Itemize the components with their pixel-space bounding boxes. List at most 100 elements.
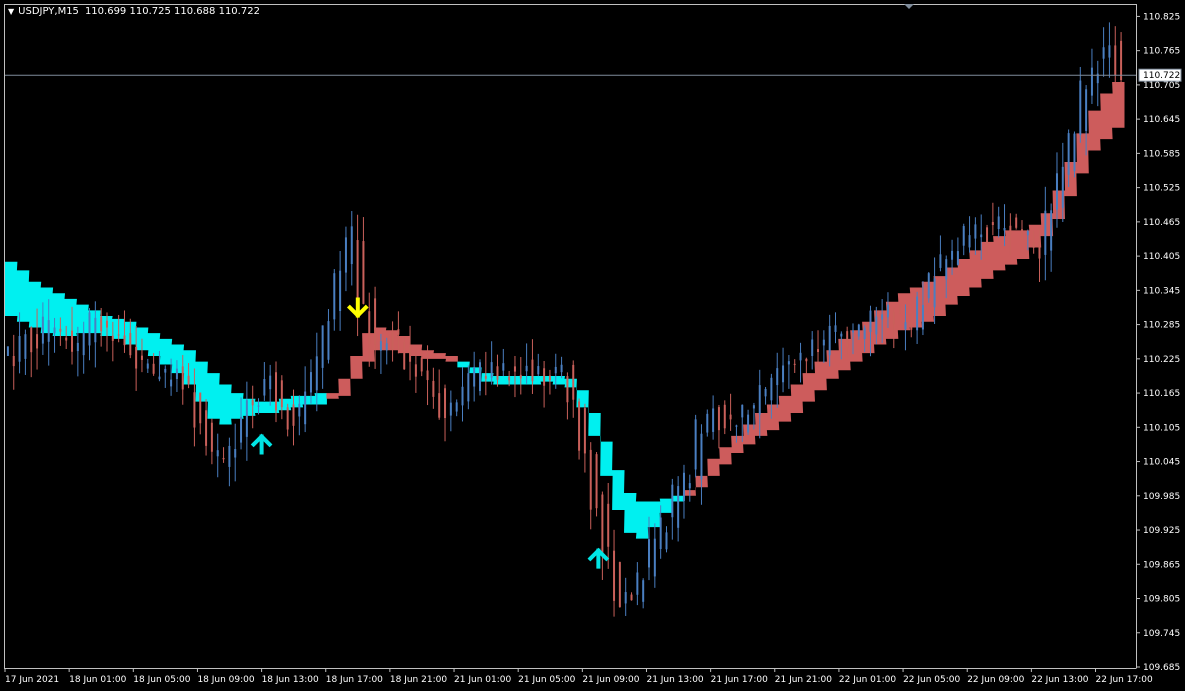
candle-body [1021, 229, 1024, 240]
chart-window[interactable]: 110.825 110.765 110.705 110.645 110.585 110.5… [0, 0, 1185, 691]
high-value: 110.725 [129, 6, 171, 17]
candle-body [391, 332, 394, 350]
candle-body [537, 366, 540, 375]
candle-body [59, 328, 62, 332]
candle-body [904, 322, 907, 330]
candle-body [951, 250, 954, 260]
candle-body [1009, 225, 1012, 235]
time-tick-label: 22 Jun 13:00 [1031, 675, 1088, 685]
candle-body [240, 416, 243, 443]
candle-body [496, 366, 499, 380]
candle-body [648, 539, 651, 568]
candle-body [828, 325, 831, 356]
symbol-header: ▼ USDJPY,M15 110.699 110.725 110.688 110.7… [8, 6, 260, 17]
candle-body [24, 334, 27, 359]
candle-body [164, 368, 167, 373]
candle-body [1079, 80, 1082, 135]
candle-body [490, 362, 493, 378]
candle-body [787, 361, 790, 365]
price-tick-label: 110.585 [1143, 149, 1180, 159]
time-tick-label: 18 Jun 09:00 [197, 675, 254, 685]
candle-body [677, 486, 680, 528]
candle-body [123, 335, 126, 346]
candle-body [333, 273, 336, 320]
candle-body [770, 377, 773, 401]
time-tick-label: 18 Jun 21:00 [390, 675, 447, 685]
time-tick-label: 21 Jun 09:00 [582, 675, 639, 685]
candle-body [280, 380, 283, 408]
candle-body [269, 375, 272, 390]
time-tick-label: 21 Jun 01:00 [454, 675, 511, 685]
price-tick-label: 110.705 [1143, 81, 1180, 91]
candle-body [47, 320, 50, 342]
candle-body [1038, 241, 1041, 259]
candle-body [513, 366, 516, 372]
candle-body [1085, 89, 1088, 131]
candle-body [426, 370, 429, 381]
candle-body [636, 572, 639, 595]
time-tick-label: 18 Jun 05:00 [133, 675, 190, 685]
candle-body [758, 385, 761, 415]
candle-body [531, 359, 534, 382]
candle-body [578, 401, 581, 451]
candle-body [140, 355, 143, 360]
open-value: 110.699 [84, 6, 127, 17]
candle-body [286, 407, 289, 430]
candle-body [968, 235, 971, 248]
candle-body [374, 298, 377, 345]
candle-body [997, 216, 1000, 229]
candle-body [327, 321, 330, 360]
candle-body [846, 331, 849, 348]
candle-body [309, 372, 312, 393]
price-tick-label: 109.745 [1143, 629, 1180, 639]
time-tick-label: 22 Jun 09:00 [967, 675, 1024, 685]
candle-body [630, 594, 633, 601]
candle-body [782, 365, 785, 383]
candle-body [548, 375, 551, 381]
candle-body [420, 357, 423, 372]
candle-body [933, 278, 936, 308]
candle-body [986, 227, 989, 247]
caret-down-icon[interactable]: ▼ [8, 7, 14, 16]
candle-body [350, 226, 353, 265]
candle-body [1015, 217, 1018, 228]
candle-body [881, 314, 884, 320]
candle-body [747, 414, 750, 433]
candle-body [339, 270, 342, 312]
candle-body [199, 392, 202, 424]
price-chart[interactable]: 110.825 110.765 110.705 110.645 110.585 110.5… [0, 0, 1185, 691]
candle-body [41, 316, 44, 344]
candle-body [642, 580, 645, 602]
candle-body [1090, 67, 1093, 96]
candle-body [444, 388, 447, 419]
candle-body [473, 367, 476, 387]
candle-body [921, 304, 924, 330]
candle-body [572, 364, 575, 400]
candle-body [88, 312, 91, 346]
candle-body [793, 363, 796, 365]
candle-body [1055, 173, 1058, 210]
candle-body [840, 333, 843, 337]
candle-body [175, 368, 178, 379]
time-tick-label: 21 Jun 21:00 [775, 675, 832, 685]
current-price-label: 110.722 [1143, 71, 1180, 81]
candle-body [6, 346, 9, 356]
candle-body [519, 374, 522, 379]
candle-body [71, 330, 74, 352]
candle-body [304, 391, 307, 425]
candle-body [65, 337, 68, 341]
price-tick-label: 110.465 [1143, 218, 1180, 228]
candle-body [624, 592, 627, 604]
price-tick-label: 109.985 [1143, 492, 1180, 502]
candle-body [205, 410, 208, 446]
candle-body [193, 392, 196, 428]
candle-body [478, 362, 481, 392]
current-price-tag: 110.722 [1138, 68, 1182, 82]
time-tick-label: 22 Jun 17:00 [1096, 675, 1153, 685]
time-tick-label: 18 Jun 01:00 [69, 675, 126, 685]
candle-body [752, 405, 755, 409]
candle-body [583, 408, 586, 454]
candle-body [1044, 210, 1047, 255]
candle-body [834, 325, 837, 332]
candle-body [607, 503, 610, 547]
